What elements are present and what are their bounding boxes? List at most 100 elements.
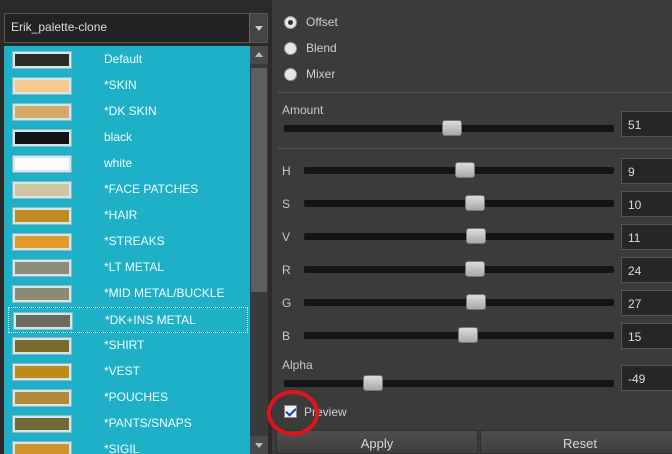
alpha-value-field[interactable]: -49: [621, 365, 672, 391]
list-item[interactable]: Default: [4, 47, 248, 73]
color-swatch: [13, 364, 71, 380]
color-swatch: [14, 313, 72, 329]
radio-offset[interactable]: Offset: [284, 13, 484, 33]
channel-s-slider-handle[interactable]: [465, 195, 485, 211]
channel-r-value-field[interactable]: 24: [621, 257, 672, 283]
amount-slider-handle[interactable]: [442, 120, 462, 136]
channel-b-value-field[interactable]: 15: [621, 323, 672, 349]
color-swatch: [13, 338, 71, 354]
divider: [278, 148, 672, 149]
color-swatch: [13, 130, 71, 146]
channel-g-slider-handle[interactable]: [466, 294, 486, 310]
radio-label: Offset: [306, 15, 338, 29]
list-item[interactable]: *DK SKIN: [4, 99, 248, 125]
list-item[interactable]: *FACE PATCHES: [4, 177, 248, 203]
alpha-slider-handle[interactable]: [363, 375, 383, 391]
channel-s-value-field[interactable]: 10: [621, 191, 672, 217]
list-item[interactable]: *MID METAL/BUCKLE: [4, 281, 248, 307]
list-item-label: *LT METAL: [104, 260, 165, 274]
list-item-label: Default: [104, 52, 143, 66]
scroll-down-icon[interactable]: [250, 436, 268, 454]
channel-g-slider-track[interactable]: [304, 299, 614, 306]
chevron-down-icon[interactable]: [249, 14, 267, 42]
palette-dropdown[interactable]: Erik_palette-clone: [4, 13, 268, 43]
channel-h-label: H: [282, 164, 291, 178]
channel-v-value-field[interactable]: 11: [621, 224, 672, 250]
color-swatch: [13, 234, 71, 250]
list-item[interactable]: *VEST: [4, 359, 248, 385]
channel-b-slider-handle[interactable]: [458, 327, 478, 343]
list-item-label: black: [104, 130, 133, 144]
channel-g-label: G: [282, 296, 292, 310]
list-item-label: *POUCHES: [104, 390, 169, 404]
list-item[interactable]: *POUCHES: [4, 385, 248, 411]
palette-dropdown-value: Erik_palette-clone: [11, 20, 108, 34]
list-item[interactable]: *DK+INS METAL: [8, 307, 248, 333]
amount-value-field[interactable]: 51: [621, 111, 672, 137]
channel-h-slider-handle[interactable]: [455, 162, 475, 178]
color-list-scrollbar[interactable]: [250, 46, 268, 454]
list-item[interactable]: *SHIRT: [4, 333, 248, 359]
alpha-slider-track[interactable]: [284, 380, 614, 387]
channel-r-slider-handle[interactable]: [465, 261, 485, 277]
channel-b-label: B: [282, 329, 291, 343]
radio-dot-icon[interactable]: [284, 42, 297, 55]
color-swatch: [13, 442, 71, 454]
channel-s-label: S: [282, 197, 291, 211]
list-item-label: *DK+INS METAL: [105, 313, 196, 327]
palette-panel: Erik_palette-clone Default *SKIN *DK SKIN b…: [0, 0, 272, 454]
color-swatch: [13, 182, 71, 198]
radio-label: Mixer: [306, 67, 336, 81]
channel-r-slider-track[interactable]: [304, 266, 614, 273]
color-list: Default *SKIN *DK SKIN black white *FACE PATC…: [4, 46, 250, 454]
channel-g-value-field[interactable]: 27: [621, 290, 672, 316]
channel-v-slider-track[interactable]: [304, 233, 614, 240]
highlight-circle: [267, 390, 319, 436]
list-item[interactable]: *STREAKS: [4, 229, 248, 255]
list-item[interactable]: *SIGIL: [4, 437, 248, 454]
radio-mixer[interactable]: Mixer: [284, 65, 484, 85]
color-swatch: [13, 78, 71, 94]
color-swatch: [13, 286, 71, 302]
list-item-label: *FACE PATCHES: [104, 182, 199, 196]
color-swatch: [13, 52, 71, 68]
reset-button[interactable]: Reset: [480, 430, 672, 454]
alpha-label: Alpha: [282, 358, 313, 372]
radio-dot-icon[interactable]: [284, 68, 297, 81]
amount-label: Amount: [282, 103, 324, 117]
list-item-label: *SHIRT: [104, 338, 145, 352]
color-swatch: [13, 260, 71, 276]
channel-v-slider-handle[interactable]: [466, 228, 486, 244]
scroll-up-icon[interactable]: [250, 46, 268, 64]
list-item-label: *PANTS/SNAPS: [104, 416, 192, 430]
channel-s-slider-track[interactable]: [304, 200, 614, 207]
radio-dot-icon[interactable]: [284, 16, 297, 29]
apply-button[interactable]: Apply: [276, 430, 478, 454]
channel-v-label: V: [282, 230, 291, 244]
list-item-label: *DK SKIN: [104, 104, 157, 118]
color-swatch: [13, 208, 71, 224]
list-item-label: *VEST: [104, 364, 141, 378]
list-item[interactable]: *LT METAL: [4, 255, 248, 281]
radio-label: Blend: [306, 41, 337, 55]
list-item[interactable]: *PANTS/SNAPS: [4, 411, 248, 437]
channel-h-value-field[interactable]: 9: [621, 158, 672, 184]
color-swatch: [13, 156, 71, 172]
list-item-label: *SKIN: [104, 78, 137, 92]
radio-blend[interactable]: Blend: [284, 39, 484, 59]
list-item[interactable]: white: [4, 151, 248, 177]
color-swatch: [13, 104, 71, 120]
list-item-label: *STREAKS: [104, 234, 165, 248]
list-item-label: white: [104, 156, 133, 170]
list-item[interactable]: *HAIR: [4, 203, 248, 229]
list-item-label: *MID METAL/BUCKLE: [104, 286, 225, 300]
list-item[interactable]: black: [4, 125, 248, 151]
color-swatch: [13, 416, 71, 432]
scrollbar-thumb[interactable]: [251, 68, 267, 292]
color-adjust-panel: Offset Blend Mixer Amount 51 H 9 S 10 V 11 R 24 G 27 B…: [272, 0, 672, 454]
list-item[interactable]: *SKIN: [4, 73, 248, 99]
channel-r-label: R: [282, 263, 291, 277]
divider: [278, 92, 672, 93]
color-swatch: [13, 390, 71, 406]
list-item-label: *SIGIL: [104, 442, 140, 454]
